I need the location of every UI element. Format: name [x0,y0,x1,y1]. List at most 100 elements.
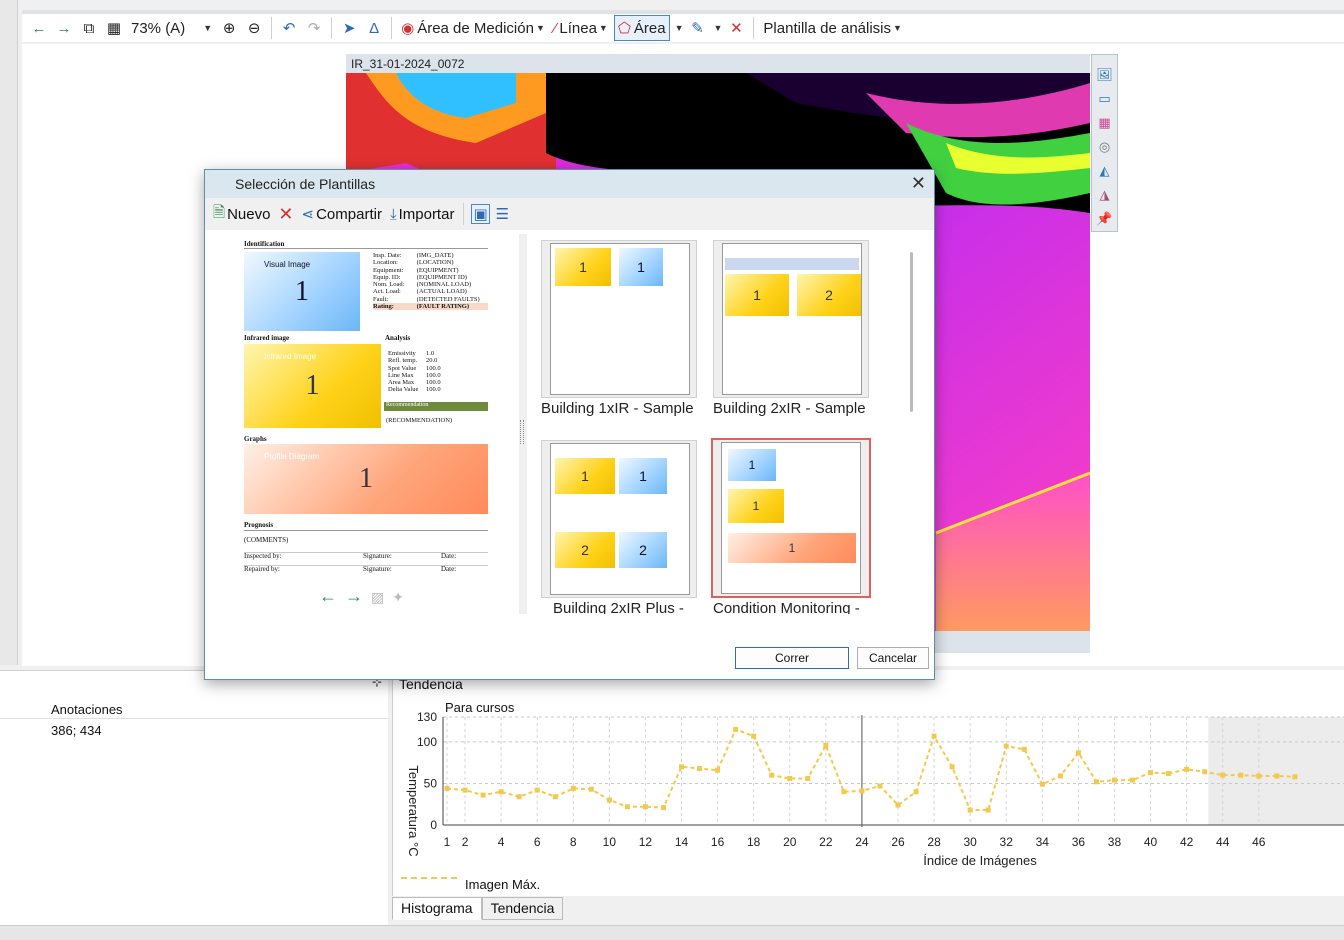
x-tick-label: 4 [498,835,505,849]
preview-row-label: Delta Value [388,386,419,394]
grid-view-icon[interactable]: ▦ [103,15,125,41]
image-icon[interactable]: ▨ [371,589,384,607]
preview-row-value: 100.0 [426,371,441,379]
share-button[interactable]: ⋖ Compartir [300,205,384,224]
data-point [769,772,775,778]
x-tick-label: 18 [747,835,761,849]
template-image-placeholder: 1 [725,274,789,316]
preview-row-label: Area Max [388,379,415,387]
template-label-2[interactable]: Building 2xIR - Sample [713,400,866,417]
analysis-template-button[interactable]: Plantilla de análisis ▼ [760,15,905,41]
preview-row-value: (EQUIPMENT) [416,266,459,274]
pointer-icon[interactable]: ➤ [338,15,360,41]
palette-icon[interactable]: ▦ [1096,113,1114,133]
data-point [1021,746,1027,752]
preview-analysis-hdr: Analysis [385,334,411,342]
template-page: 1 1 2 2 [550,443,690,595]
redo-icon[interactable]: ↷ [303,15,325,41]
template-thumb-3[interactable]: 1 1 2 2 [541,440,697,598]
polygon-icon: ⬠ [617,20,631,37]
zoom-out-icon[interactable]: ⊖ [243,15,265,41]
profile-diagram-number: 1 [359,463,373,494]
pin-icon[interactable]: 📌 [1096,209,1114,229]
template-thumb-4-selected[interactable]: 1 1 1 [711,438,871,598]
chevron-down-icon[interactable]: ▼ [675,23,684,33]
back-arrow-icon[interactable]: ← [28,15,50,41]
isotherm-icon[interactable]: ◭ [1096,161,1114,181]
chevron-down-icon[interactable]: ▼ [714,23,723,33]
area-tool-label: Área [633,19,666,37]
close-icon[interactable]: ✕ [911,173,926,194]
cancel-button[interactable]: Cancelar [857,647,929,669]
list-view-button[interactable]: ☰ [494,205,511,223]
tab-trend[interactable]: Tendencia [481,897,564,920]
x-axis-label: Índice de Imágenes [923,853,1037,868]
data-point [895,802,901,808]
preview-table-row: Equip. ID: (EQUIPMENT ID) [373,274,488,281]
data-point [1292,774,1298,780]
data-point [697,766,703,772]
undo-icon[interactable]: ↶ [278,15,300,41]
legend-swatch [401,877,457,879]
next-arrow-icon[interactable]: → [345,586,363,607]
line-tool-button[interactable]: ⁄ Línea ▼ [551,15,611,41]
template-thumb-1[interactable]: 1 1 [541,240,697,398]
analysis-template-label: Plantilla de análisis [763,19,891,37]
area-tool-button[interactable]: ⬠ Área [613,15,670,41]
template-thumb-2[interactable]: 1 2 [713,240,869,398]
preview-row-value: (FAULT RATING) [416,303,469,311]
status-bar [0,925,1344,940]
data-point [1075,750,1081,756]
window-icon[interactable]: ▭ [1096,89,1114,109]
x-tick-label: 16 [711,835,725,849]
template-label-4[interactable]: Condition Monitoring - [713,600,860,614]
data-point [570,785,576,791]
forward-arrow-icon[interactable]: → [53,15,75,41]
template-image-placeholder: 1 [619,458,667,494]
x-tick-label: 24 [855,835,869,849]
x-tick-label: 12 [639,835,653,849]
x-tick-label: 22 [819,835,833,849]
x-tick-label: 14 [675,835,689,849]
legend-label: Imagen Máx. [465,877,541,892]
run-button[interactable]: Correr [735,647,849,669]
x-tick-label: 36 [1072,835,1086,849]
preview-table-row: Equipment: (EQUIPMENT) [373,267,488,274]
template-image-placeholder: 2 [797,274,861,316]
data-point [787,775,793,781]
zoom-select[interactable]: 73% (A) ▼ [128,15,215,41]
delete-icon[interactable]: ✕ [725,15,747,41]
trend-chart[interactable]: 0501001301 2 4 6 8 10 12 14 16 18 20 22 24 26 28 30 32 34… [393,670,1344,896]
data-point [1202,769,1208,775]
data-point [1111,777,1117,783]
annotations-value: 386; 434 [51,723,102,738]
dialog-titlebar: Selección de Plantillas ✕ [205,170,934,198]
x-tick-label: 26 [891,835,905,849]
pin-icon[interactable]: ✦ [392,589,404,607]
new-button[interactable]: 🗎 Nuevo [211,202,272,227]
dialog-title: Selección de Plantillas [235,176,376,192]
copy-icon[interactable]: ⧉ [78,15,100,41]
previous-arrow-icon[interactable]: ← [319,586,337,607]
thumbnail-view-button[interactable]: ▣ [471,204,490,224]
import-button[interactable]: ⤓ Importar [388,206,457,223]
data-point [1093,779,1099,785]
trend-panel: Tendencia Para cursos 0 50 100 130 1 2 4 6 8 10 12… [392,670,1344,896]
measurement-area-button[interactable]: ◉ Área de Medición ▼ [398,15,548,41]
levels-icon[interactable]: ◮ [1096,185,1114,205]
tab-histogram[interactable]: Histograma [392,897,482,920]
image-icon[interactable]: 🖼 [1096,65,1114,85]
delete-button[interactable]: ✕ [276,204,295,225]
pen-icon[interactable]: ✎ [687,15,709,41]
splitter-handle[interactable] [520,420,524,444]
delta-icon[interactable]: Δ [363,15,385,41]
template-label-3[interactable]: Building 2xIR Plus - [553,600,684,614]
zoom-in-icon[interactable]: ⊕ [218,15,240,41]
preview-row-label: Insp. Date: [373,252,402,259]
data-point [480,792,486,798]
data-point [1039,781,1045,787]
preview-identification: Identification [244,240,285,248]
gallery-scrollbar[interactable] [910,252,913,412]
fingerprint-icon[interactable]: ◎ [1096,137,1114,157]
template-label-1[interactable]: Building 1xIR - Sample [541,400,694,417]
